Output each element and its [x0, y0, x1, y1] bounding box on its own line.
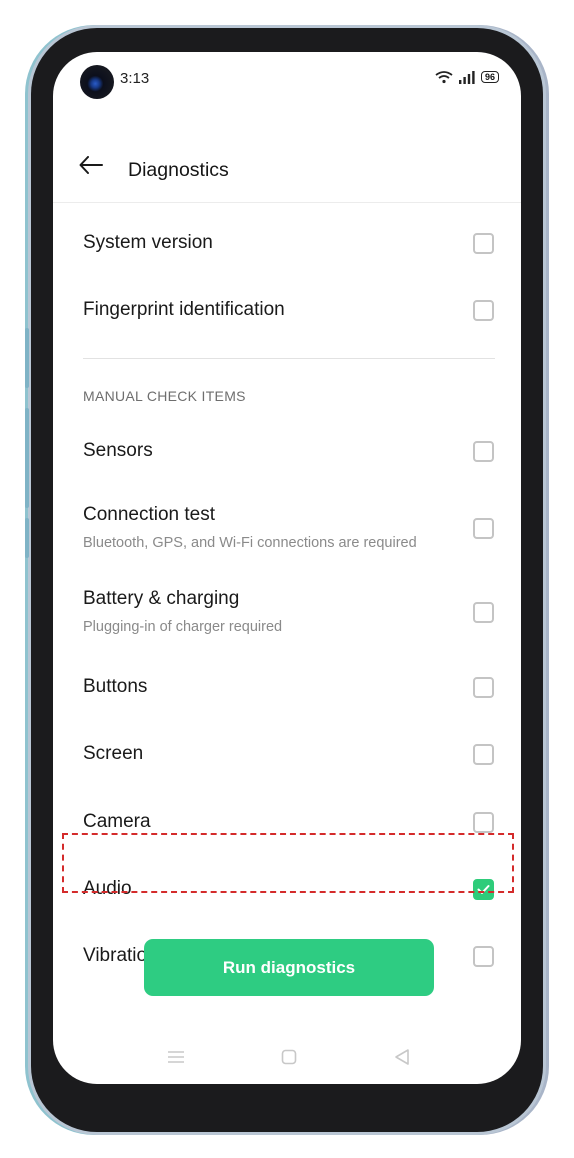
highlight-box — [62, 833, 514, 893]
navigation-bar — [53, 1042, 521, 1072]
back-arrow-icon[interactable] — [79, 156, 103, 174]
status-time: 3:13 — [120, 70, 150, 87]
checkbox[interactable] — [473, 946, 494, 967]
checkbox[interactable] — [473, 300, 494, 321]
item-label: System version — [83, 232, 213, 253]
app-header: Diagnostics — [53, 128, 521, 203]
phone-frame: 3:13 96 Diagnostics System version Finge… — [25, 28, 543, 1132]
item-label: Connection test — [83, 504, 216, 525]
section-header: MANUAL CHECK ITEMS — [83, 388, 246, 404]
front-camera — [80, 65, 114, 99]
checkbox[interactable] — [473, 677, 494, 698]
wifi-icon — [435, 71, 453, 84]
menu-icon[interactable] — [167, 1050, 185, 1064]
side-button — [25, 518, 29, 558]
page-title: Diagnostics — [128, 159, 229, 181]
checkbox[interactable] — [473, 441, 494, 462]
run-diagnostics-button[interactable]: Run diagnostics — [144, 939, 434, 996]
item-label: Battery & charging — [83, 588, 240, 609]
checkbox[interactable] — [473, 233, 494, 254]
side-button — [25, 328, 29, 388]
back-triangle-icon[interactable] — [394, 1048, 410, 1066]
home-icon[interactable] — [281, 1049, 297, 1065]
side-button — [25, 408, 29, 508]
status-icons: 96 — [435, 70, 499, 84]
signal-icon — [458, 70, 475, 84]
screen: 3:13 96 Diagnostics System version Finge… — [53, 52, 521, 1084]
item-label: Screen — [83, 743, 144, 764]
divider — [83, 358, 495, 359]
checkbox[interactable] — [473, 812, 494, 833]
battery-icon: 96 — [480, 71, 499, 83]
item-label: Camera — [83, 811, 151, 832]
item-label: Buttons — [83, 676, 148, 697]
checkbox[interactable] — [473, 744, 494, 765]
item-label: Sensors — [83, 440, 153, 461]
item-subtitle: Plugging-in of charger required — [83, 619, 283, 635]
item-label: Fingerprint identification — [83, 299, 285, 320]
checkbox[interactable] — [473, 602, 494, 623]
item-subtitle: Bluetooth, GPS, and Wi-Fi connections ar… — [83, 535, 417, 551]
status-bar: 3:13 96 — [53, 52, 521, 108]
checkbox[interactable] — [473, 518, 494, 539]
